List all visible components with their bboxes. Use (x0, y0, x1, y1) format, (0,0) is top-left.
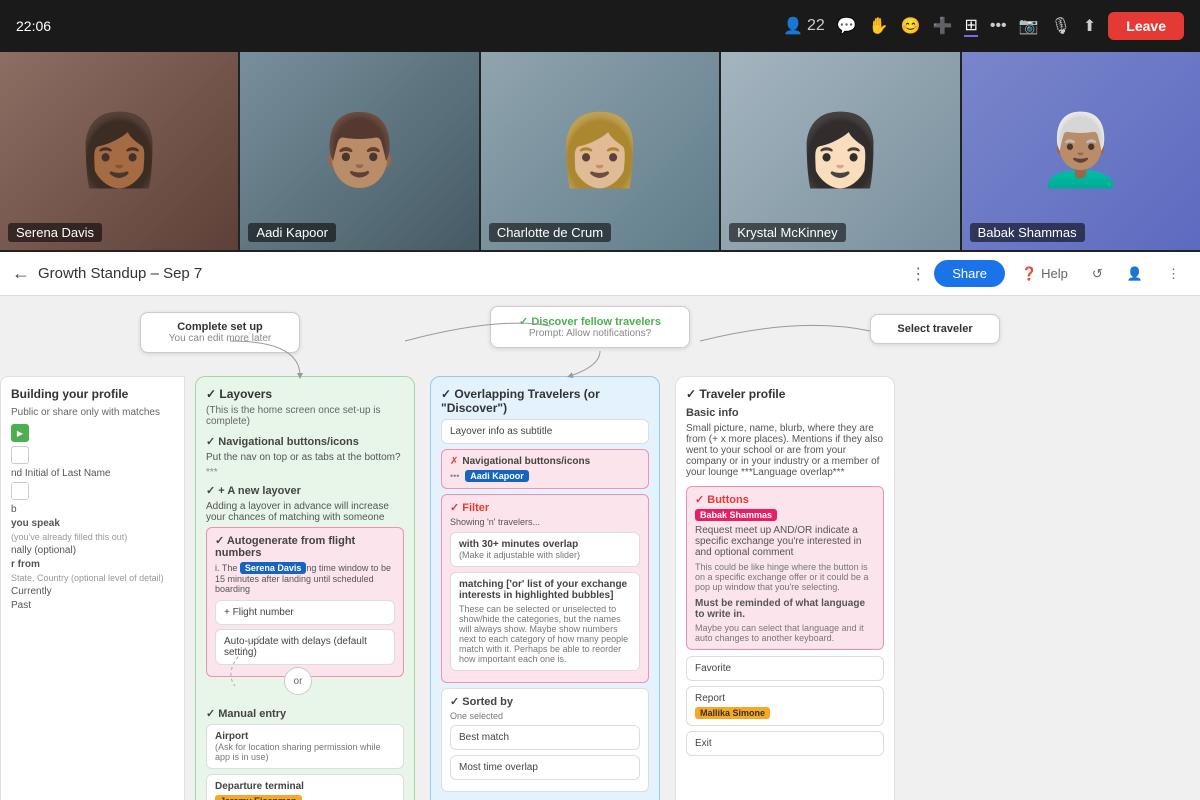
top-controls: 👤 22 💬 ✋ 😊 ➕ ⊞ ••• 📷 🎙 ⬆ Leave (783, 12, 1184, 40)
help-button[interactable]: ❓ Help (1013, 262, 1076, 286)
interests-item: matching ['or' list of your exchange int… (450, 572, 640, 671)
history-button[interactable]: ↺ (1084, 262, 1111, 286)
video-name-5: Babak Shammas (970, 223, 1085, 242)
video-tile-3: 👩🏼 Charlotte de Crum (481, 52, 721, 250)
layover-subtitle-item: Layover info as subtitle (441, 419, 649, 444)
document-menu-button[interactable]: ⋮ (910, 264, 926, 284)
video-tile-2: 👨🏽 Aadi Kapoor (240, 52, 480, 250)
left-col-body: Public or share only with matches ▶ nd I… (11, 407, 174, 611)
video-name-4: Krystal McKinney (729, 223, 845, 242)
video-bg-1: 👩🏾 (0, 52, 238, 250)
filter-section: ✓ Filter Showing 'n' travelers... with 3… (441, 494, 649, 683)
nav-buttons-section: ✓ Navigational buttons/icons (206, 435, 404, 448)
tooltip-discover-line1: ✓ Discover fellow travelers (505, 315, 675, 328)
overlap-30-item: with 30+ minutes overlap (Make it adjust… (450, 532, 640, 567)
canvas: Complete set up You can edit more later … (0, 296, 1200, 800)
camera-icon[interactable]: 📷 (1019, 16, 1039, 36)
airport-item: Airport (Ask for location sharing permis… (206, 724, 404, 769)
hand-icon[interactable]: ✋ (869, 16, 889, 36)
document-toolbar: ← Growth Standup – Sep 7 ⋮ Share ❓ Help … (0, 252, 1200, 296)
x-icon: ✗ (450, 456, 458, 467)
add-icon[interactable]: ➕ (933, 16, 953, 36)
chat-icon[interactable]: 💬 (837, 16, 857, 36)
video-name-2: Aadi Kapoor (248, 223, 336, 242)
play-icon: ▶ (11, 424, 29, 442)
video-bg-3: 👩🏼 (481, 52, 719, 250)
report-item: Report Mallika Simone (686, 686, 884, 726)
layovers-column: ✓ Layovers (This is the home screen once… (195, 376, 415, 800)
babak-tag: Babak Shammas (695, 509, 777, 521)
video-tile-4: 👩🏻 Krystal McKinney (721, 52, 961, 250)
share-button[interactable]: Share (934, 260, 1005, 287)
video-strip: 👩🏾 Serena Davis 👨🏽 Aadi Kapoor 👩🏼 Charlo… (0, 52, 1200, 252)
auto-update-item: Auto-update with delays (default setting… (215, 629, 395, 665)
best-match-item: Best match (450, 725, 640, 750)
participants-icon[interactable]: 👤 22 (783, 16, 825, 36)
video-tile-5: 👨🏽‍🦳 Babak Shammas (962, 52, 1200, 250)
overlapping-column: ✓ Overlapping Travelers (or "Discover") … (430, 376, 660, 800)
more-icon[interactable]: ••• (990, 17, 1007, 35)
video-name-3: Charlotte de Crum (489, 223, 611, 242)
user-add-button[interactable]: 👤 (1119, 262, 1151, 286)
traveler-profile-header: ✓ Traveler profile (686, 387, 884, 401)
video-tile-1: 👩🏾 Serena Davis (0, 52, 240, 250)
autogenerate-section: ✓ Autogenerate from flight numbers i. Th… (206, 527, 404, 677)
mic-icon[interactable]: 🎙 (1051, 16, 1071, 36)
layovers-subheader: (This is the home screen once set-up is … (206, 405, 404, 427)
left-column: Building your profile Public or share on… (0, 376, 185, 800)
left-col-header: Building your profile (11, 387, 174, 401)
tooltip-discover: ✓ Discover fellow travelers Prompt: Allo… (490, 306, 690, 348)
buttons-section: ✓ Buttons Babak Shammas Request meet up … (686, 486, 884, 650)
tooltip-setup-line1: Complete set up (155, 321, 285, 333)
tooltip-discover-line2: Prompt: Allow notifications? (505, 328, 675, 339)
nav-buttons-item: ✗ Navigational buttons/icons ••• Aadi Ka… (441, 449, 649, 489)
time-display: 22:06 (16, 18, 51, 34)
emoji-icon[interactable]: 😊 (901, 16, 921, 36)
tooltip-select-line1: Select traveler (885, 323, 985, 335)
user-icon: 👤 (1127, 266, 1143, 282)
most-time-item: Most time overlap (450, 755, 640, 780)
more-icon: ⋮ (1167, 266, 1180, 282)
share-screen-icon[interactable]: ⬆ (1083, 16, 1096, 36)
toolbar-more-button[interactable]: ⋮ (1159, 262, 1188, 286)
tooltip-setup-line2: You can edit more later (155, 333, 285, 344)
layovers-header: ✓ Layovers (206, 387, 404, 401)
video-bg-4: 👩🏻 (721, 52, 959, 250)
video-name-1: Serena Davis (8, 223, 102, 242)
top-bar: 22:06 👤 22 💬 ✋ 😊 ➕ ⊞ ••• 📷 🎙 ⬆ Leave (0, 0, 1200, 52)
document-title: Growth Standup – Sep 7 (38, 265, 902, 282)
help-icon: ❓ (1021, 266, 1037, 282)
aadi-tag: Aadi Kapoor (465, 470, 529, 482)
exit-item: Exit (686, 731, 884, 756)
video-bg-2: 👨🏽 (240, 52, 478, 250)
favorite-item: Favorite (686, 656, 884, 681)
departure-item: Departure terminal Jeremy Eisenman (206, 774, 404, 800)
grid-icon[interactable]: ⊞ (964, 15, 977, 37)
traveler-profile-column: ✓ Traveler profile Basic info Small pict… (675, 376, 895, 800)
or-circle: or (284, 667, 312, 695)
back-button[interactable]: ← (12, 263, 30, 284)
history-icon: ↺ (1092, 266, 1103, 282)
flight-number-item: + Flight number (215, 600, 395, 625)
mallika-tag: Mallika Simone (695, 707, 770, 719)
serena-tag: Serena Davis (240, 562, 307, 574)
tooltip-setup: Complete set up You can edit more later (140, 312, 300, 353)
jeremy-tag: Jeremy Eisenman (215, 795, 302, 800)
workspace: ← Growth Standup – Sep 7 ⋮ Share ❓ Help … (0, 252, 1200, 800)
sorted-by-section: ✓ Sorted by One selected Best match Most… (441, 688, 649, 792)
text-icon (11, 446, 29, 464)
grid-icon (11, 482, 29, 500)
leave-button[interactable]: Leave (1108, 12, 1184, 40)
tooltip-select-traveler[interactable]: Select traveler (870, 314, 1000, 344)
video-bg-5: 👨🏽‍🦳 (962, 52, 1200, 250)
overlapping-header: ✓ Overlapping Travelers (or "Discover") (441, 387, 649, 415)
